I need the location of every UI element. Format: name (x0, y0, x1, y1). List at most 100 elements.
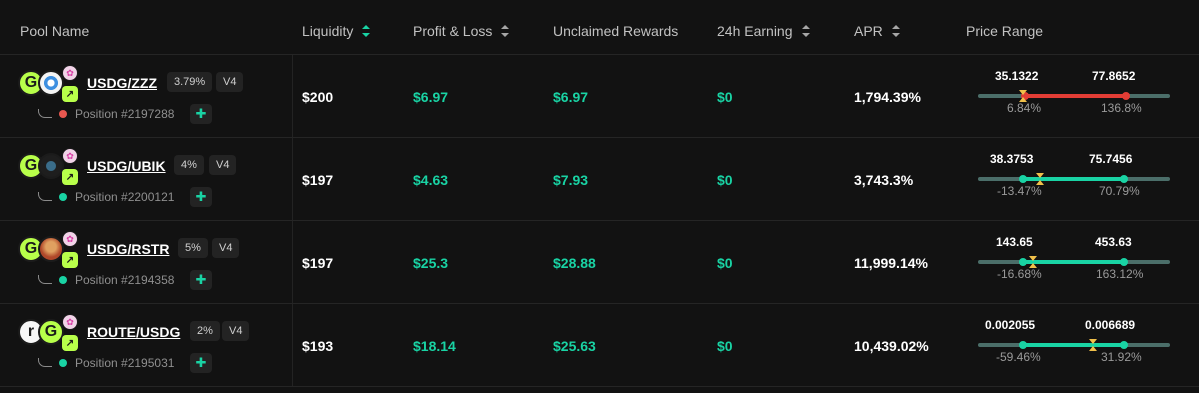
range-fill (1025, 94, 1126, 98)
unclaimed-value: $25.63 (553, 338, 596, 354)
liquidity-value: $197 (302, 255, 334, 271)
pool-token-icons: G ✿ ↗ (18, 231, 80, 268)
ubik-token-icon (38, 153, 64, 179)
earning-value: $0 (717, 255, 733, 271)
apr-value: 3,743.3% (854, 172, 914, 188)
pool-pair-link[interactable]: USDG/ZZZ (87, 75, 157, 91)
usdg-token-icon: G (38, 319, 64, 345)
col-24h-earning[interactable]: 24h Earning (717, 23, 810, 39)
sort-icon[interactable] (801, 25, 810, 37)
liquidity-value: $197 (302, 172, 334, 188)
range-low-price: 143.65 (996, 235, 1033, 249)
range-high-percent: 70.79% (1099, 184, 1140, 198)
position-id: Position #2200121 (75, 190, 175, 204)
table-header: Pool Name Liquidity Profit & Loss Unclai… (0, 0, 1199, 55)
pnl-value: $4.63 (413, 172, 449, 188)
pool-pair-link[interactable]: USDG/RSTR (87, 241, 169, 257)
unclaimed-value: $6.97 (553, 89, 589, 105)
earning-value: $0 (717, 338, 733, 354)
connector-line (38, 192, 52, 201)
puzzle-icon[interactable]: ✚ (190, 270, 212, 290)
version-badge: V4 (212, 238, 240, 258)
rstr-token-icon (38, 236, 64, 262)
version-badge: V4 (209, 155, 237, 175)
pool-pair-link[interactable]: USDG/UBIK (87, 158, 166, 174)
sort-icon[interactable] (891, 25, 900, 37)
table-row[interactable]: G ✿ ↗ USDG/ZZZ 3.79% V4 Position #219728… (0, 55, 1199, 138)
range-low-price: 35.1322 (995, 69, 1039, 83)
unclaimed-value: $28.88 (553, 255, 596, 271)
range-fill (1023, 260, 1124, 264)
apr-value: 11,999.14% (854, 255, 928, 271)
table-row[interactable]: r G ✿ ↗ ROUTE/USDG 2% V4 Position #21950… (0, 304, 1199, 387)
position-id: Position #2194358 (75, 273, 175, 287)
range-low-price: 38.3753 (990, 152, 1034, 166)
pnl-value: $6.97 (413, 89, 449, 105)
col-unclaimed-rewards: Unclaimed Rewards (553, 23, 679, 39)
fee-badge: 5% (178, 238, 208, 258)
pnl-value: $18.14 (413, 338, 456, 354)
col-apr[interactable]: APR (854, 23, 900, 39)
puzzle-icon[interactable]: ✚ (190, 187, 212, 207)
pool-pair-link[interactable]: ROUTE/USDG (87, 324, 180, 340)
chain-icon: ✿ (62, 231, 78, 247)
range-low-price: 0.002055 (985, 318, 1036, 332)
fee-badge: 4% (174, 155, 204, 175)
pool-token-icons: r G ✿ ↗ (18, 314, 80, 351)
range-low-percent: -13.47% (997, 184, 1042, 198)
earning-value: $0 (717, 172, 733, 188)
range-high-handle (1120, 341, 1128, 349)
col-pool-name: Pool Name (20, 23, 90, 39)
range-low-percent: 6.84% (1007, 101, 1042, 115)
puzzle-icon[interactable]: ✚ (190, 104, 212, 124)
current-price-marker (1089, 339, 1097, 351)
apr-value: 10,439.02% (854, 338, 929, 354)
range-high-percent: 136.8% (1101, 101, 1142, 115)
dex-icon: ↗ (62, 86, 78, 102)
col-price-range: Price Range (966, 23, 1044, 39)
range-fill (1023, 343, 1124, 347)
unclaimed-value: $7.93 (553, 172, 589, 188)
col-liquidity[interactable]: Liquidity (302, 23, 371, 39)
fee-badge: 2% (190, 321, 220, 341)
pool-token-icons: G ✿ ↗ (18, 148, 80, 185)
status-dot (59, 110, 67, 118)
range-high-price: 77.8652 (1092, 69, 1136, 83)
status-dot (59, 193, 67, 201)
range-low-handle (1019, 341, 1027, 349)
range-high-handle (1122, 92, 1130, 100)
version-badge: V4 (216, 72, 244, 92)
range-high-price: 75.7456 (1089, 152, 1133, 166)
liquidity-value: $200 (302, 89, 334, 105)
dex-icon: ↗ (62, 169, 78, 185)
connector-line (38, 109, 52, 118)
earning-value: $0 (717, 89, 733, 105)
connector-line (38, 358, 52, 367)
sort-icon[interactable] (501, 25, 510, 37)
zzz-token-icon (38, 70, 64, 96)
range-low-handle (1019, 258, 1027, 266)
status-dot (59, 359, 67, 367)
col-profit-loss[interactable]: Profit & Loss (413, 23, 510, 39)
chain-icon: ✿ (62, 65, 78, 81)
version-badge: V4 (222, 321, 250, 341)
position-id: Position #2195031 (75, 356, 175, 370)
range-low-percent: -59.46% (996, 350, 1041, 364)
pool-token-icons: G ✿ ↗ (18, 65, 80, 102)
range-low-handle (1019, 175, 1027, 183)
connector-line (38, 275, 52, 284)
liquidity-value: $193 (302, 338, 334, 354)
range-high-price: 0.006689 (1085, 318, 1136, 332)
table-row[interactable]: G ✿ ↗ USDG/UBIK 4% V4 Position #2200121 … (0, 138, 1199, 221)
sort-icon[interactable] (362, 25, 371, 37)
range-high-price: 453.63 (1095, 235, 1132, 249)
table-row[interactable]: G ✿ ↗ USDG/RSTR 5% V4 Position #2194358 … (0, 221, 1199, 304)
status-dot (59, 276, 67, 284)
puzzle-icon[interactable]: ✚ (190, 353, 212, 373)
range-high-handle (1120, 175, 1128, 183)
dex-icon: ↗ (62, 252, 78, 268)
chain-icon: ✿ (62, 148, 78, 164)
fee-badge: 3.79% (167, 72, 213, 92)
range-high-handle (1120, 258, 1128, 266)
pnl-value: $25.3 (413, 255, 449, 271)
